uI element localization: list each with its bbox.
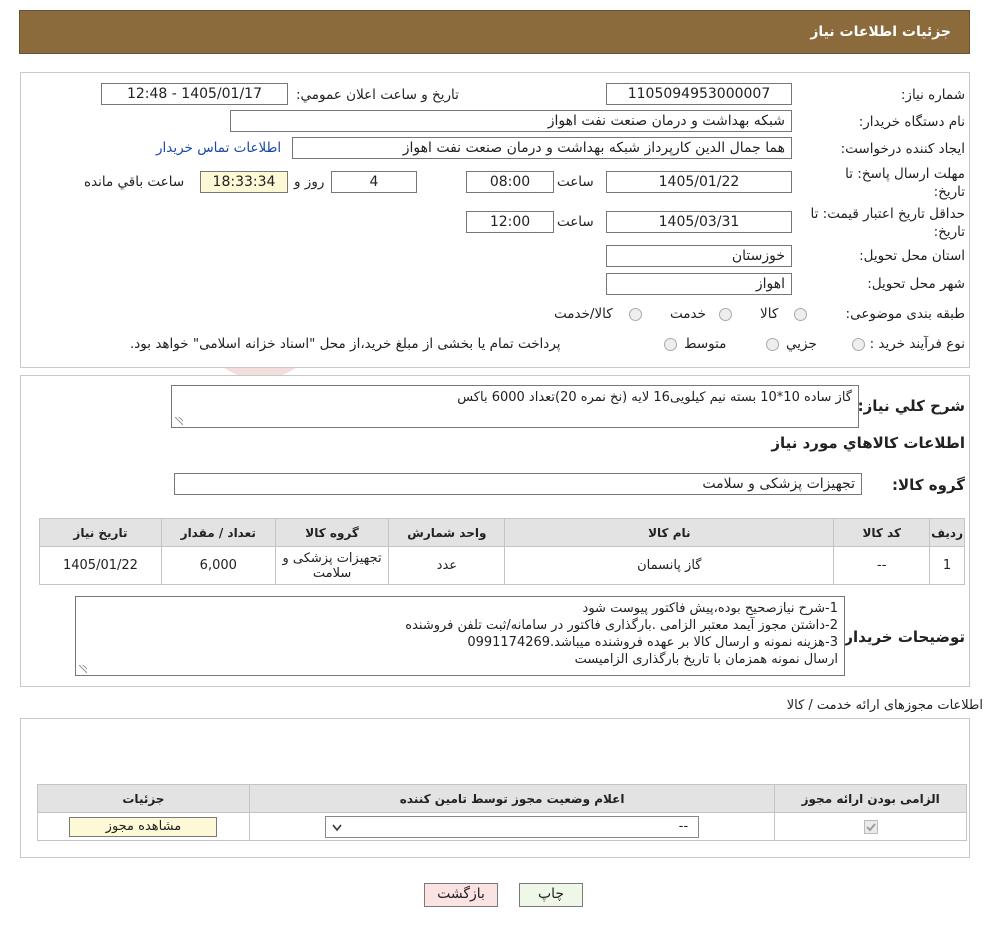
city-field: اهواز — [606, 273, 792, 295]
chevron-down-icon — [332, 824, 342, 831]
buyer-note-line: 2-داشتن مجوز آیمد معتبر الزامی .بارگذاری… — [405, 618, 838, 633]
required-checkbox[interactable] — [863, 819, 878, 834]
announce-label: تاریخ و ساعت اعلان عمومي: — [296, 87, 459, 103]
table-row: -- مشاهده مجوز — [37, 812, 967, 841]
col-date: تاریخ نیاز — [39, 518, 162, 547]
page-title: جزئیات اطلاعات نیاز — [810, 24, 951, 40]
col-status: اعلام وضعیت مجوز توسط تامین کننده — [248, 784, 776, 813]
deadline-label: مهلت ارسال پاسخ: تا تاريخ: — [845, 166, 965, 200]
purchase-type-label: نوع فرآيند خريد : — [869, 336, 965, 352]
days-field: 4 — [331, 171, 417, 193]
permits-table-header: الزامی بودن ارائه مجوز اعلام وضعیت مجوز … — [37, 784, 967, 813]
print-button[interactable]: چاپ — [519, 883, 583, 907]
days-label: روز و — [294, 174, 325, 190]
category-label: طبقه بندی موضوعی: — [845, 306, 965, 322]
row-code: -- — [833, 546, 931, 585]
province-field: خوزستان — [606, 245, 792, 267]
description-label: شرح کلي نياز: — [857, 397, 965, 415]
creator-field: هما جمال الدین کارپرداز شبکه بهداشت و در… — [292, 137, 792, 159]
buyer-notes-label: توضيحات خريدار: — [838, 628, 965, 646]
announce-field: 1405/01/17 - 12:48 — [101, 83, 288, 105]
col-unit: واحد شمارش — [388, 518, 506, 547]
validity-time-field: 12:00 — [466, 211, 554, 233]
row-unit: عدد — [388, 546, 506, 585]
buyer-contact-link[interactable]: اطلاعات تماس خريدار — [156, 140, 281, 156]
remaining-label: ساعت باقي مانده — [84, 174, 185, 190]
validity-date-field: 1405/03/31 — [606, 211, 792, 233]
city-label: شهر محل تحويل: — [867, 276, 965, 292]
resize-grip-icon[interactable] — [175, 417, 183, 425]
back-button[interactable]: بازگشت — [424, 883, 498, 907]
validity-time-label: ساعت — [557, 214, 594, 230]
category-option-goods: کالا — [760, 306, 779, 322]
description-text: گاز ساده 10*10 بسته نیم کیلویی16 لایه (ن… — [457, 390, 852, 405]
category-option-goods-service: کالا/خدمت — [554, 306, 613, 322]
resize-grip-icon[interactable] — [79, 665, 87, 673]
purchase-note: پرداخت تمام يا بخشی از مبلغ خريد،از محل … — [130, 336, 561, 352]
col-qty: تعداد / مقدار — [160, 518, 276, 547]
permits-table: الزامی بودن ارائه مجوز اعلام وضعیت مجوز … — [37, 784, 967, 841]
category-radio-service[interactable] — [719, 308, 732, 321]
col-required: الزامی بودن ارائه مجوز — [774, 784, 967, 813]
buyer-note-line: 3-هزینه نمونه و ارسال کالا بر عهده فروشن… — [467, 635, 838, 650]
description-textarea[interactable]: گاز ساده 10*10 بسته نیم کیلویی16 لایه (ن… — [171, 385, 859, 428]
goods-table: رديف کد کالا نام کالا واحد شمارش گروه کا… — [39, 518, 965, 585]
need-number-label: شماره نیاز: — [900, 87, 965, 103]
goods-group-label: گروه کالا: — [892, 476, 965, 494]
col-code: کد کالا — [833, 518, 931, 547]
buyer-org-field: شبکه بهداشت و درمان صنعت نفت اهواز — [230, 110, 792, 132]
category-radio-goods-service[interactable] — [629, 308, 642, 321]
goods-group-field: تجهیزات پزشکی و سلامت — [174, 473, 862, 495]
province-label: استان محل تحويل: — [859, 248, 965, 264]
col-group: گروه کالا — [274, 518, 390, 547]
category-radio-goods[interactable] — [794, 308, 807, 321]
purchase-radio-small[interactable] — [852, 338, 865, 351]
category-option-service: خدمت — [670, 306, 706, 322]
purchase-radio-treasury[interactable] — [664, 338, 677, 351]
table-row: 1 -- گاز پانسمان عدد تجهیزات پزشکی و سلا… — [39, 546, 965, 585]
deadline-time-field: 08:00 — [466, 171, 554, 193]
permits-title: اطلاعات مجوزهای ارائه خدمت / کالا — [786, 698, 983, 713]
remaining-time-field: 18:33:34 — [200, 171, 288, 193]
purchase-option-medium: متوسط — [684, 336, 727, 352]
buyer-org-label: نام دستگاه خريدار: — [858, 114, 965, 130]
row-date: 1405/01/22 — [39, 546, 162, 585]
check-icon — [866, 822, 876, 831]
validity-label: حداقل تاريخ اعتبار قيمت: تا تاريخ: — [810, 206, 965, 240]
permit-status-select[interactable]: -- — [325, 815, 700, 838]
col-details: جزئیات — [37, 784, 250, 813]
buyer-note-line: ارسال نمونه همزمان با تاریخ بارگذاری الز… — [574, 652, 838, 667]
deadline-date-field: 1405/01/22 — [606, 171, 792, 193]
page-header: جزئیات اطلاعات نیاز — [19, 10, 970, 54]
permit-status-value: -- — [678, 818, 689, 834]
buyer-note-line: 1-شرح نیازصحیح بوده،پیش فاکتور پیوست شود — [582, 601, 838, 616]
purchase-option-small: جزيي — [786, 336, 817, 352]
row-name: گاز پانسمان — [504, 546, 835, 585]
goods-table-header: رديف کد کالا نام کالا واحد شمارش گروه کا… — [39, 518, 965, 547]
view-permit-button[interactable]: مشاهده مجوز — [69, 816, 218, 837]
row-group: تجهیزات پزشکی و سلامت — [274, 546, 390, 585]
deadline-time-label: ساعت — [557, 174, 594, 190]
creator-label: ايجاد کننده درخواست: — [840, 141, 965, 157]
buyer-notes-textarea[interactable]: 1-شرح نیازصحیح بوده،پیش فاکتور پیوست شود… — [75, 596, 845, 676]
purchase-radio-medium[interactable] — [766, 338, 779, 351]
need-number-field: 1105094953000007 — [606, 83, 792, 105]
col-index: رديف — [929, 518, 965, 547]
row-qty: 6,000 — [160, 546, 276, 585]
row-index: 1 — [929, 546, 965, 585]
col-name: نام کالا — [504, 518, 835, 547]
goods-info-title: اطلاعات کالاهاي مورد نياز — [771, 434, 965, 452]
